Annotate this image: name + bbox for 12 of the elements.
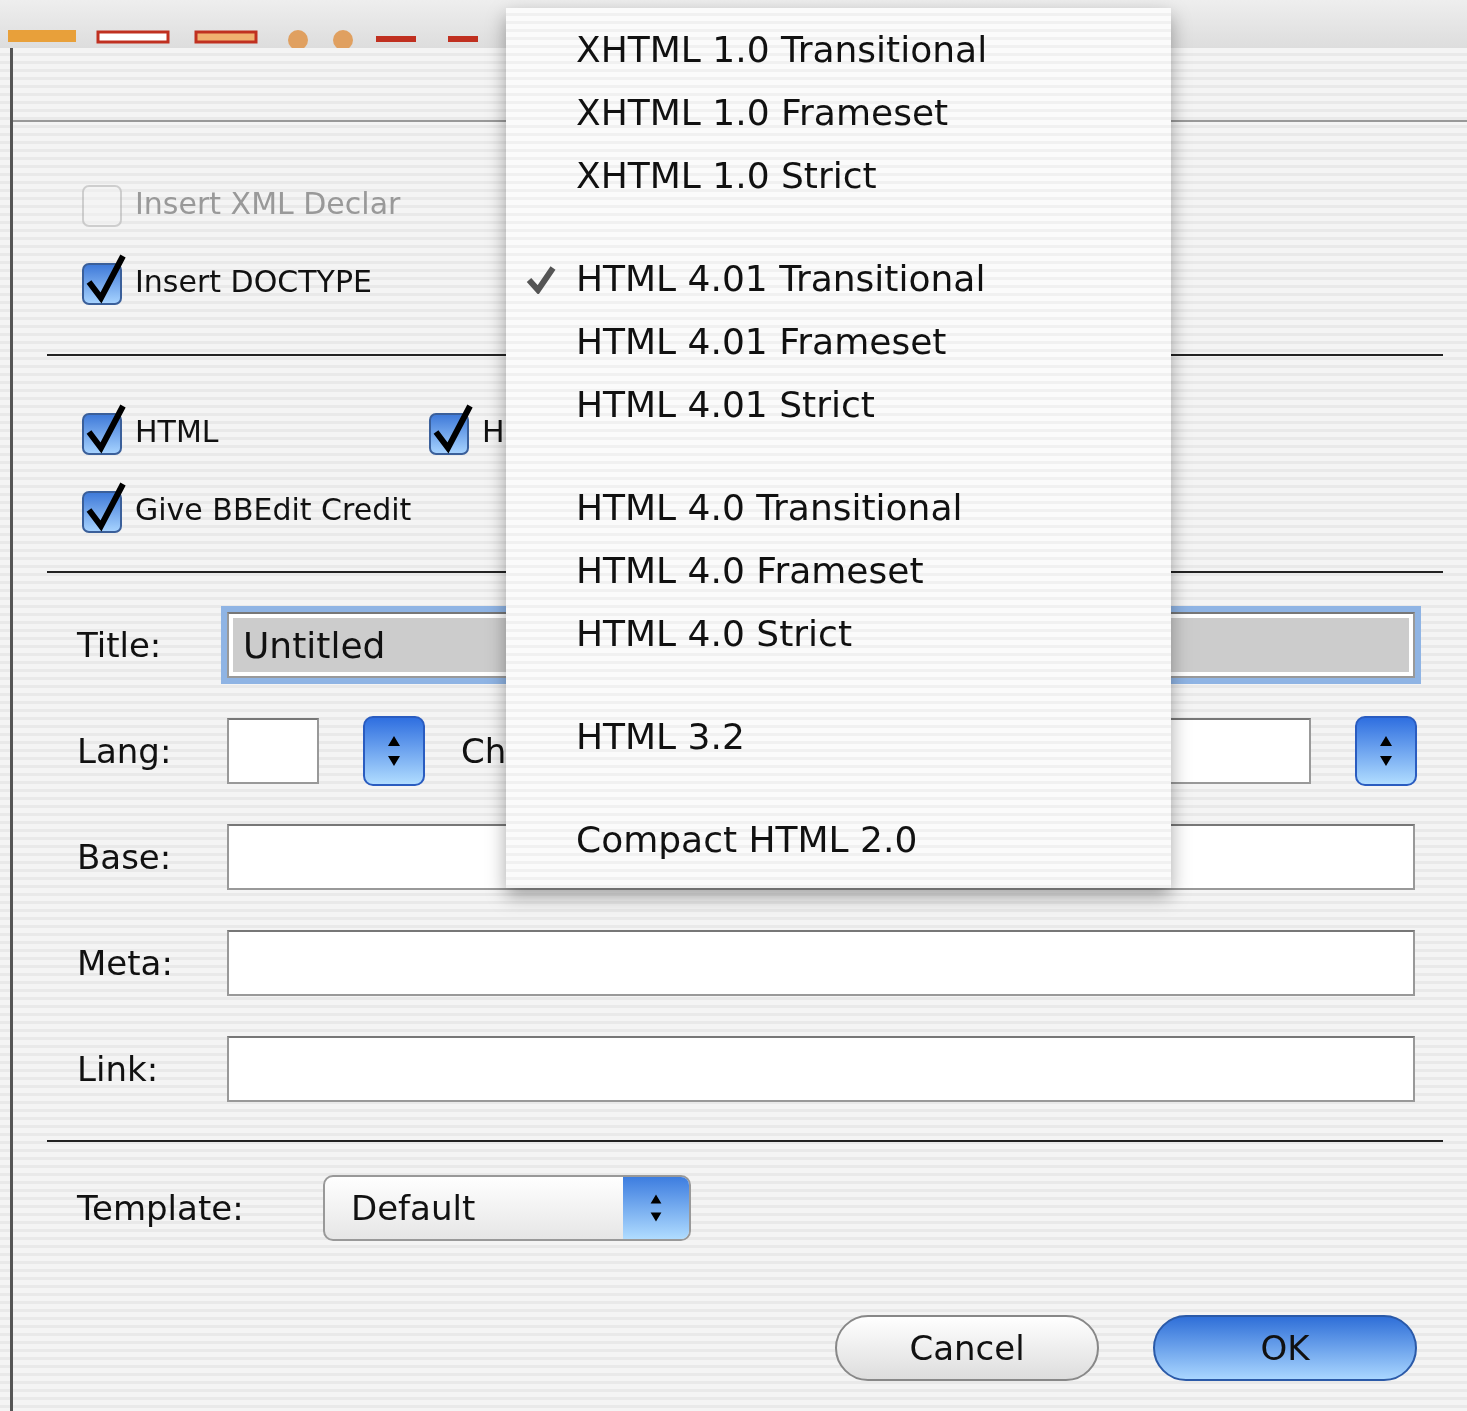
field-label: Base:: [76, 837, 173, 877]
field-label: Template:: [76, 1188, 245, 1228]
checkbox-label: HTML: [135, 413, 219, 451]
field-label: Title:: [76, 625, 163, 665]
checkbox-label: Give BBEdit Credit: [135, 491, 412, 529]
field-label: Meta:: [76, 943, 174, 983]
field-label: Link:: [76, 1049, 160, 1089]
checkbox-label: Insert XML Declar: [135, 185, 401, 223]
checkbox-label: Insert DOCTYPE: [135, 263, 372, 301]
checkbox-label: H: [482, 413, 505, 451]
field-label: Ch: [461, 731, 508, 771]
field-label: Lang:: [76, 731, 173, 771]
